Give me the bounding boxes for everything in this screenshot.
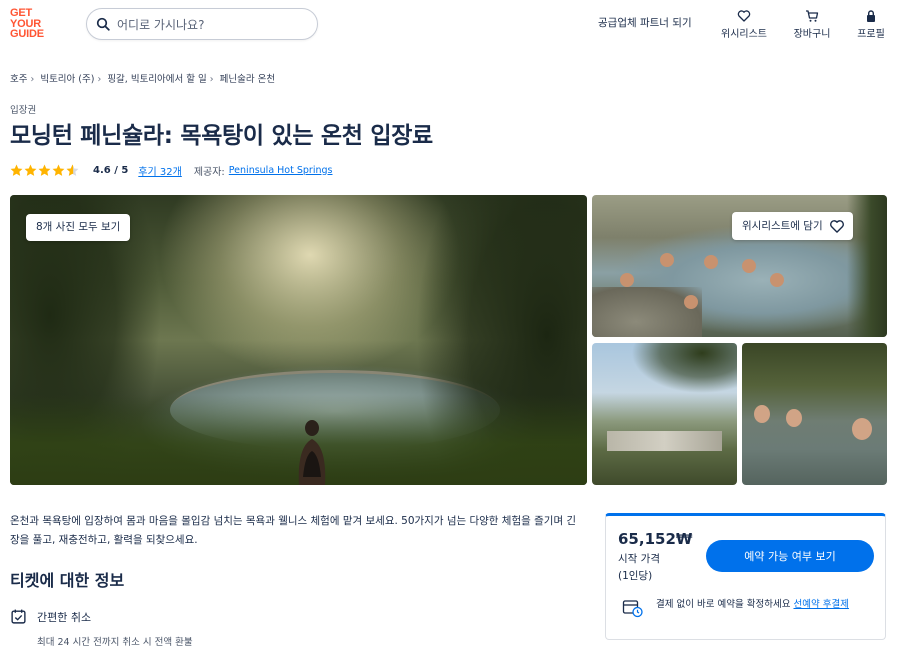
search-icon xyxy=(96,17,110,31)
star-icon xyxy=(10,164,23,176)
check-availability-button[interactable]: 예약 가능 여부 보기 xyxy=(706,540,874,572)
breadcrumb-item[interactable]: 페닌술라 온천 xyxy=(220,74,275,85)
price-label: 시작 가격 xyxy=(618,553,660,565)
nav-cart[interactable]: 장바구니 xyxy=(790,9,834,40)
search-bar[interactable] xyxy=(86,8,318,40)
provider-link[interactable]: Peninsula Hot Springs xyxy=(229,165,333,176)
add-to-wishlist-button[interactable]: 위시리스트에 담기 xyxy=(732,212,853,240)
become-partner-link[interactable]: 공급업체 파트너 되기 xyxy=(598,15,692,30)
star-rating xyxy=(10,164,79,177)
nav-cart-label: 장바구니 xyxy=(793,29,831,40)
rating-row: 4.6 / 5 후기 32개 제공자: Peninsula Hot Spring… xyxy=(10,162,332,178)
heart-icon xyxy=(829,219,844,233)
lock-icon xyxy=(867,10,875,22)
reserve-now-pay-later: 결제 없이 바로 예약을 확정하세요 선예약 후결제 xyxy=(622,597,877,618)
reviews-link[interactable]: 후기 32개 xyxy=(138,163,182,178)
add-to-wishlist-label: 위시리스트에 담기 xyxy=(742,220,823,232)
cancel-detail: 최대 24 시간 전까지 취소 시 전액 환불 xyxy=(37,637,193,648)
nav-wishlist-label: 위시리스트 xyxy=(721,29,767,40)
price: 65,152₩ xyxy=(618,530,693,548)
booking-card: 65,152₩ 시작 가격 (1인당) 예약 가능 여부 보기 결제 없이 바로… xyxy=(605,513,886,640)
chevron-right-icon: › xyxy=(97,74,102,85)
bather-figure xyxy=(298,420,326,485)
provider-label: 제공자: xyxy=(193,166,225,178)
half-star-icon xyxy=(66,164,79,176)
cart-icon xyxy=(806,10,819,22)
breadcrumb: 호주 › 빅토리아 (주) › 핑갈, 빅토리아에서 할 일 › 페닌술라 온천 xyxy=(10,71,275,85)
chevron-right-icon: › xyxy=(209,74,214,85)
reserve-now-pay-later-link[interactable]: 선예약 후결제 xyxy=(793,599,848,610)
cancel-title: 간편한 취소 xyxy=(37,610,92,624)
breadcrumb-item[interactable]: 빅토리아 (주) xyxy=(40,74,94,85)
heart-icon xyxy=(737,10,751,22)
calendar-check-icon xyxy=(11,609,26,624)
star-icon xyxy=(38,164,51,176)
product-category: 입장권 xyxy=(10,105,37,116)
per-person-label: (1인당) xyxy=(618,570,653,582)
header: GET YOUR GUIDE 공급업체 파트너 되기 위시리스트 장바구니 프로… xyxy=(0,0,900,50)
ticket-info-title: 티켓에 대한 정보 xyxy=(10,571,125,590)
view-all-photos-button[interactable]: 8개 사진 모두 보기 xyxy=(26,214,131,241)
reserve-note-text: 결제 없이 바로 예약을 확정하세요 xyxy=(656,599,794,610)
getyourguide-logo[interactable]: GET YOUR GUIDE xyxy=(10,8,56,40)
gallery-photo[interactable] xyxy=(592,343,737,485)
calendar-clock-icon xyxy=(622,600,643,618)
nav-profile-label: 프로필 xyxy=(857,29,885,40)
star-icon xyxy=(52,164,65,176)
star-icon xyxy=(24,164,37,176)
gallery-photo[interactable] xyxy=(742,343,887,485)
page-title: 모닝턴 페닌슐라: 목욕탕이 있는 온천 입장료 xyxy=(10,123,433,149)
nav-profile[interactable]: 프로필 xyxy=(851,9,891,40)
nav-wishlist[interactable]: 위시리스트 xyxy=(718,9,770,40)
product-description: 온천과 목욕탕에 입장하여 몸과 마음을 몰입감 넘치는 목욕과 웰니스 체험에… xyxy=(10,515,577,546)
chevron-right-icon: › xyxy=(30,74,35,85)
free-cancellation: 간편한 취소 xyxy=(10,608,91,625)
search-input[interactable] xyxy=(117,15,307,35)
breadcrumb-item[interactable]: 호주 xyxy=(10,74,27,85)
breadcrumb-item[interactable]: 핑갈, 빅토리아에서 할 일 xyxy=(107,74,206,85)
rating-score: 4.6 / 5 xyxy=(93,164,129,176)
